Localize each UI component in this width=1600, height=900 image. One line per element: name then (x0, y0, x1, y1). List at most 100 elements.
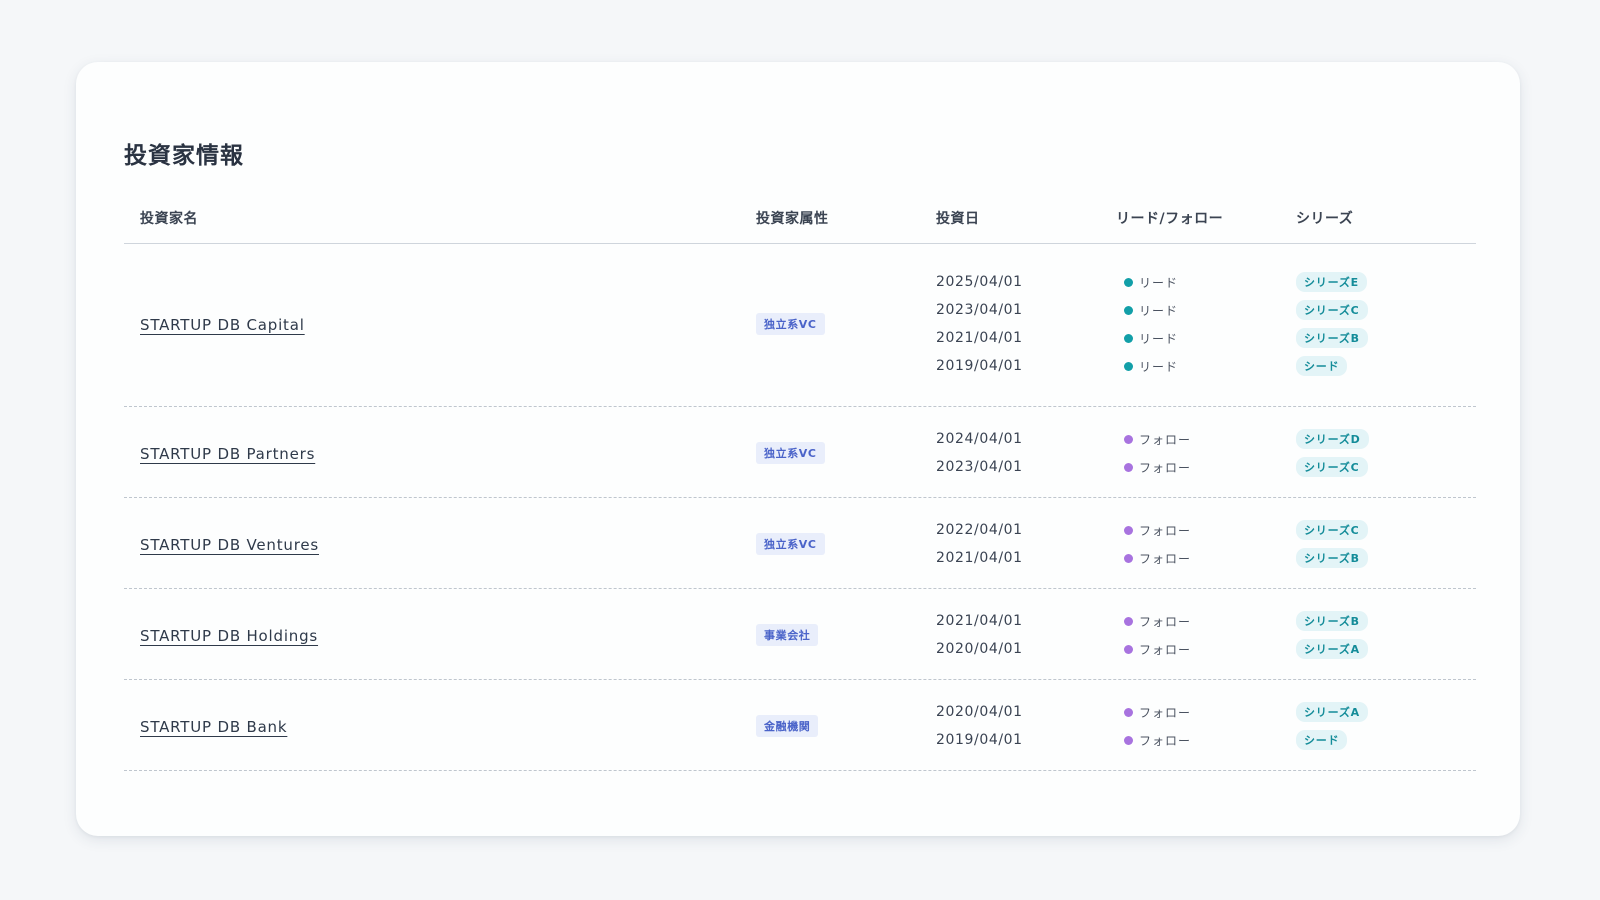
lead-follow-status: フォロー (1116, 641, 1191, 658)
lead-follow-cell: リード リード リード リード (1116, 268, 1296, 380)
follow-dot-icon (1124, 644, 1133, 654)
page-title: 投資家情報 (124, 143, 244, 169)
investment-date-cell: 2020/04/01 2019/04/01 (936, 698, 1116, 754)
investor-name-cell: STARTUP DB Bank (124, 717, 756, 736)
lead-follow-cell: フォロー フォロー (1116, 425, 1296, 481)
follow-dot-icon (1124, 434, 1133, 444)
series-badge: シリーズC (1296, 300, 1368, 320)
table-row: STARTUP DB Bank 金融機関 2020/04/01 2019/04/01 フ… (124, 680, 1476, 771)
investment-date: 2025/04/01 (936, 274, 1023, 290)
investor-name-link[interactable]: STARTUP DB Capital (140, 316, 305, 334)
table-row: STARTUP DB Capital 独立系VC 2025/04/01 2023/04… (124, 244, 1476, 407)
investor-name-link[interactable]: STARTUP DB Ventures (140, 536, 319, 554)
follow-dot-icon (1124, 707, 1133, 717)
investment-date: 2023/04/01 (936, 302, 1023, 318)
series-cell: シリーズD シリーズC (1296, 425, 1476, 481)
lead-follow-label: フォロー (1139, 432, 1192, 447)
investment-date: 2024/04/01 (936, 431, 1023, 447)
investor-attribute-cell: 事業会社 (756, 624, 936, 646)
lead-follow-status: フォロー (1116, 704, 1191, 721)
investment-date: 2022/04/01 (936, 522, 1023, 538)
investment-date: 2021/04/01 (936, 550, 1023, 566)
investor-attribute-badge: 独立系VC (756, 533, 825, 555)
investor-name-cell: STARTUP DB Partners (124, 444, 756, 463)
lead-follow-label: フォロー (1139, 614, 1192, 629)
series-badge: シード (1296, 356, 1348, 376)
lead-follow-status: フォロー (1116, 459, 1191, 476)
lead-follow-status: フォロー (1116, 550, 1191, 567)
lead-dot-icon (1124, 333, 1133, 343)
investment-date: 2021/04/01 (936, 613, 1023, 629)
investor-name-link[interactable]: STARTUP DB Holdings (140, 627, 318, 645)
investor-table: 投資家名 投資家属性 投資日 リード/フォロー シリーズ STARTUP DB … (124, 192, 1476, 771)
lead-follow-label: フォロー (1139, 733, 1192, 748)
investment-date: 2023/04/01 (936, 459, 1023, 475)
lead-follow-label: リード (1139, 359, 1179, 374)
series-cell: シリーズC シリーズB (1296, 516, 1476, 572)
series-cell: シリーズB シリーズA (1296, 607, 1476, 663)
lead-follow-label: フォロー (1139, 523, 1192, 538)
lead-follow-status: フォロー (1116, 732, 1191, 749)
header-investment-date: 投資日 (936, 210, 980, 227)
lead-follow-label: フォロー (1139, 460, 1192, 475)
lead-follow-cell: フォロー フォロー (1116, 698, 1296, 754)
series-badge: シリーズC (1296, 457, 1368, 477)
lead-follow-cell: フォロー フォロー (1116, 516, 1296, 572)
header-series: シリーズ (1296, 210, 1354, 227)
table-row: STARTUP DB Ventures 独立系VC 2022/04/01 2021/0… (124, 498, 1476, 589)
header-lead-follow: リード/フォロー (1116, 210, 1224, 227)
lead-follow-status: フォロー (1116, 431, 1191, 448)
lead-follow-cell: フォロー フォロー (1116, 607, 1296, 663)
follow-dot-icon (1124, 462, 1133, 472)
lead-follow-label: リード (1139, 303, 1179, 318)
lead-follow-label: フォロー (1139, 705, 1192, 720)
series-badge: シリーズB (1296, 611, 1368, 631)
lead-dot-icon (1124, 361, 1133, 371)
header-investor-attribute: 投資家属性 (756, 210, 829, 227)
investor-name-cell: STARTUP DB Capital (124, 315, 756, 334)
investor-attribute-cell: 金融機関 (756, 715, 936, 737)
lead-follow-status: リード (1116, 274, 1178, 291)
lead-follow-label: フォロー (1139, 642, 1192, 657)
investor-attribute-cell: 独立系VC (756, 313, 936, 335)
lead-follow-status: リード (1116, 302, 1178, 319)
follow-dot-icon (1124, 553, 1133, 563)
investor-attribute-badge: 事業会社 (756, 624, 819, 646)
lead-follow-label: リード (1139, 275, 1179, 290)
lead-follow-label: フォロー (1139, 551, 1192, 566)
investment-date-cell: 2024/04/01 2023/04/01 (936, 425, 1116, 481)
investor-attribute-badge: 金融機関 (756, 715, 819, 737)
investor-info-card: 投資家情報 投資家名 投資家属性 投資日 リード/フォロー シリーズ START… (76, 62, 1520, 836)
investor-attribute-cell: 独立系VC (756, 533, 936, 555)
follow-dot-icon (1124, 735, 1133, 745)
investor-name-link[interactable]: STARTUP DB Partners (140, 445, 315, 463)
table-row: STARTUP DB Partners 独立系VC 2024/04/01 2023/0… (124, 407, 1476, 498)
series-badge: シリーズE (1296, 272, 1367, 292)
lead-follow-status: フォロー (1116, 522, 1191, 539)
series-cell: シリーズE シリーズC シリーズB シード (1296, 268, 1476, 380)
series-badge: シード (1296, 730, 1348, 750)
investment-date-cell: 2021/04/01 2020/04/01 (936, 607, 1116, 663)
lead-follow-status: リード (1116, 330, 1178, 347)
investment-date: 2019/04/01 (936, 732, 1023, 748)
investor-name-link[interactable]: STARTUP DB Bank (140, 718, 287, 736)
investor-attribute-badge: 独立系VC (756, 442, 825, 464)
series-badge: シリーズA (1296, 639, 1368, 659)
series-badge: シリーズB (1296, 548, 1368, 568)
investment-date: 2019/04/01 (936, 358, 1023, 374)
series-badge: シリーズC (1296, 520, 1368, 540)
series-badge: シリーズA (1296, 702, 1368, 722)
investment-date-cell: 2025/04/01 2023/04/01 2021/04/01 2019/04/01 (936, 268, 1116, 380)
table-row: STARTUP DB Holdings 事業会社 2021/04/01 2020/04… (124, 589, 1476, 680)
series-badge: シリーズD (1296, 429, 1369, 449)
investment-date: 2020/04/01 (936, 704, 1023, 720)
lead-dot-icon (1124, 305, 1133, 315)
lead-follow-label: リード (1139, 331, 1179, 346)
lead-follow-status: フォロー (1116, 613, 1191, 630)
series-cell: シリーズA シード (1296, 698, 1476, 754)
investment-date: 2020/04/01 (936, 641, 1023, 657)
lead-follow-status: リード (1116, 358, 1178, 375)
investment-date-cell: 2022/04/01 2021/04/01 (936, 516, 1116, 572)
table-body: STARTUP DB Capital 独立系VC 2025/04/01 2023/04… (124, 244, 1476, 771)
table-header: 投資家名 投資家属性 投資日 リード/フォロー シリーズ (124, 192, 1476, 244)
